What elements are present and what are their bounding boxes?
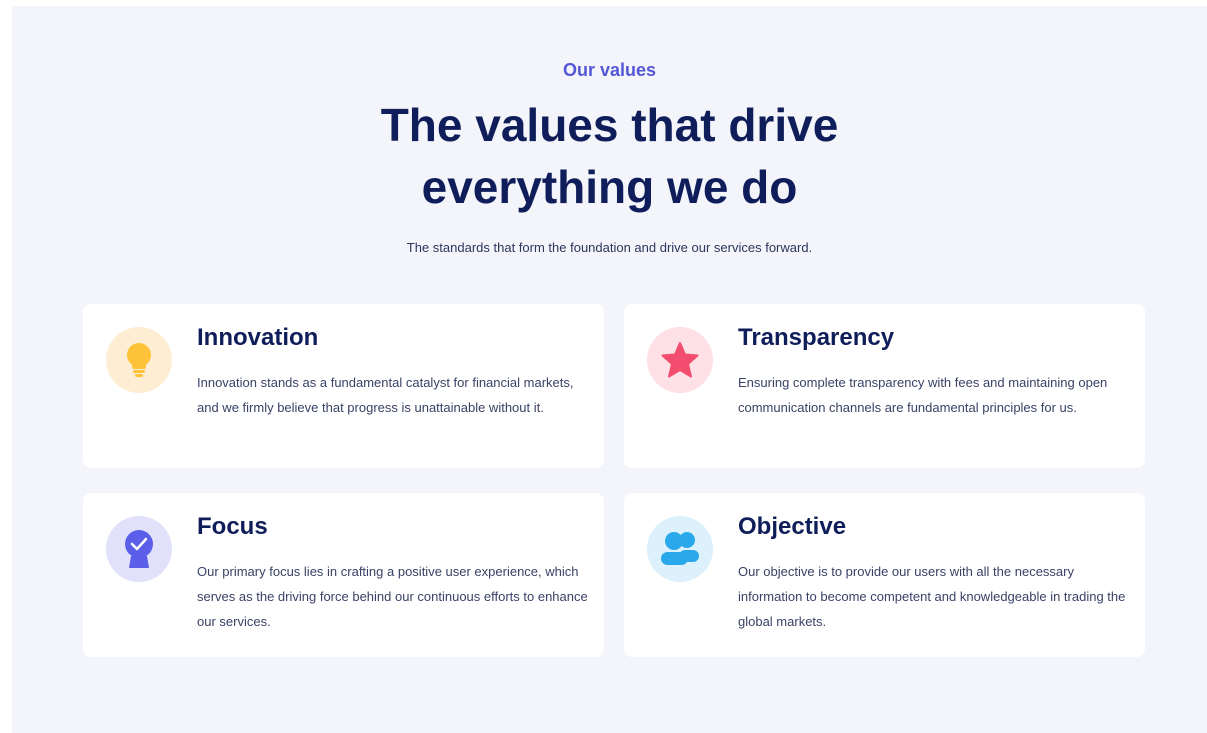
section-subtitle: The standards that form the foundation a…	[406, 240, 813, 255]
card-title: Transparency	[738, 324, 895, 351]
card-description: Ensuring complete transparency with fees…	[738, 375, 1108, 415]
value-card-focus: Focus Our primary focus lies in crafting…	[83, 493, 604, 657]
values-section: Our values The values that drive everyth…	[12, 6, 1207, 733]
card-description: Our objective is to provide our users wi…	[738, 564, 1126, 629]
card-description: Innovation stands as a fundamental catal…	[197, 375, 574, 415]
headline-line-1: The values that drive	[380, 99, 839, 151]
card-title: Focus	[197, 513, 268, 540]
badge-check-icon	[106, 516, 172, 582]
value-card-innovation: Innovation Innovation stands as a fundam…	[83, 304, 604, 468]
card-description: Our primary focus lies in crafting a pos…	[197, 564, 588, 629]
card-title: Innovation	[197, 324, 319, 351]
lightbulb-icon	[106, 327, 172, 393]
users-icon	[647, 516, 713, 582]
value-card-objective: Objective Our objective is to provide ou…	[624, 493, 1145, 657]
value-card-transparency: Transparency Ensuring complete transpare…	[624, 304, 1145, 468]
card-title: Objective	[738, 513, 847, 540]
section-headline: The values that drive everything we do	[12, 94, 1207, 218]
section-eyebrow: Our values	[562, 60, 657, 80]
headline-line-2: everything we do	[421, 161, 798, 213]
star-icon	[647, 327, 713, 393]
